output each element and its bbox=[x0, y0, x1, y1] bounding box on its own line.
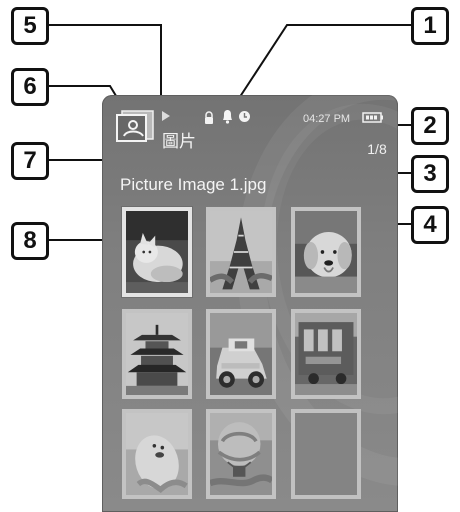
callout-1: 1 bbox=[411, 7, 449, 45]
cat-thumbnail-image bbox=[126, 211, 188, 293]
callout-6: 6 bbox=[11, 68, 49, 106]
lock-icon bbox=[205, 111, 213, 124]
selected-file-name: Picture Image 1.jpg bbox=[120, 175, 267, 194]
callout-8: 8 bbox=[11, 222, 49, 260]
thumbnail-pagoda[interactable] bbox=[122, 309, 192, 399]
thumbnail-cat[interactable] bbox=[122, 207, 192, 297]
mode-title: 圖片 bbox=[162, 132, 196, 152]
callout-2: 2 bbox=[411, 107, 449, 145]
thumbnail-eiffel-tower[interactable] bbox=[206, 207, 276, 297]
clock-icon bbox=[239, 111, 250, 122]
callout-5: 5 bbox=[11, 7, 49, 45]
thumbnail-street-scene[interactable] bbox=[291, 309, 361, 399]
thumbnail-vintage-car[interactable] bbox=[206, 309, 276, 399]
thumbnail-grid bbox=[122, 207, 368, 512]
thumbnail-hot-air-balloon[interactable] bbox=[206, 409, 276, 499]
callout-7: 7 bbox=[11, 142, 49, 180]
time-display: 04:27 PM bbox=[303, 113, 351, 125]
thumbnail-dog[interactable] bbox=[291, 207, 361, 297]
status-bar: 04:27 PM bbox=[102, 95, 398, 149]
play-icon bbox=[162, 111, 170, 121]
pagoda-thumbnail-image bbox=[126, 313, 188, 395]
picture-mode-icon bbox=[116, 110, 154, 142]
manual-diagram: 04:27 PM 圖片 1/8 Picture Image 1.jpg 1 2 … bbox=[0, 0, 460, 512]
battery-icon bbox=[362, 112, 383, 123]
vintage-car-thumbnail-image bbox=[210, 313, 272, 395]
player-screen: 04:27 PM 圖片 1/8 Picture Image 1.jpg bbox=[102, 95, 398, 512]
callout-3: 3 bbox=[411, 155, 449, 193]
leader-line-5 bbox=[48, 24, 162, 103]
street-scene-thumbnail-image bbox=[295, 313, 357, 395]
bell-icon bbox=[223, 110, 232, 124]
eiffel-thumbnail-image bbox=[210, 211, 272, 293]
seal-thumbnail-image bbox=[126, 413, 188, 495]
thumbnail-empty[interactable] bbox=[291, 409, 361, 499]
balloon-thumbnail-image bbox=[210, 413, 272, 495]
thumbnail-seal[interactable] bbox=[122, 409, 192, 499]
dog-thumbnail-image bbox=[295, 211, 357, 293]
file-count: 1/8 bbox=[367, 141, 387, 157]
callout-4: 4 bbox=[411, 206, 449, 244]
